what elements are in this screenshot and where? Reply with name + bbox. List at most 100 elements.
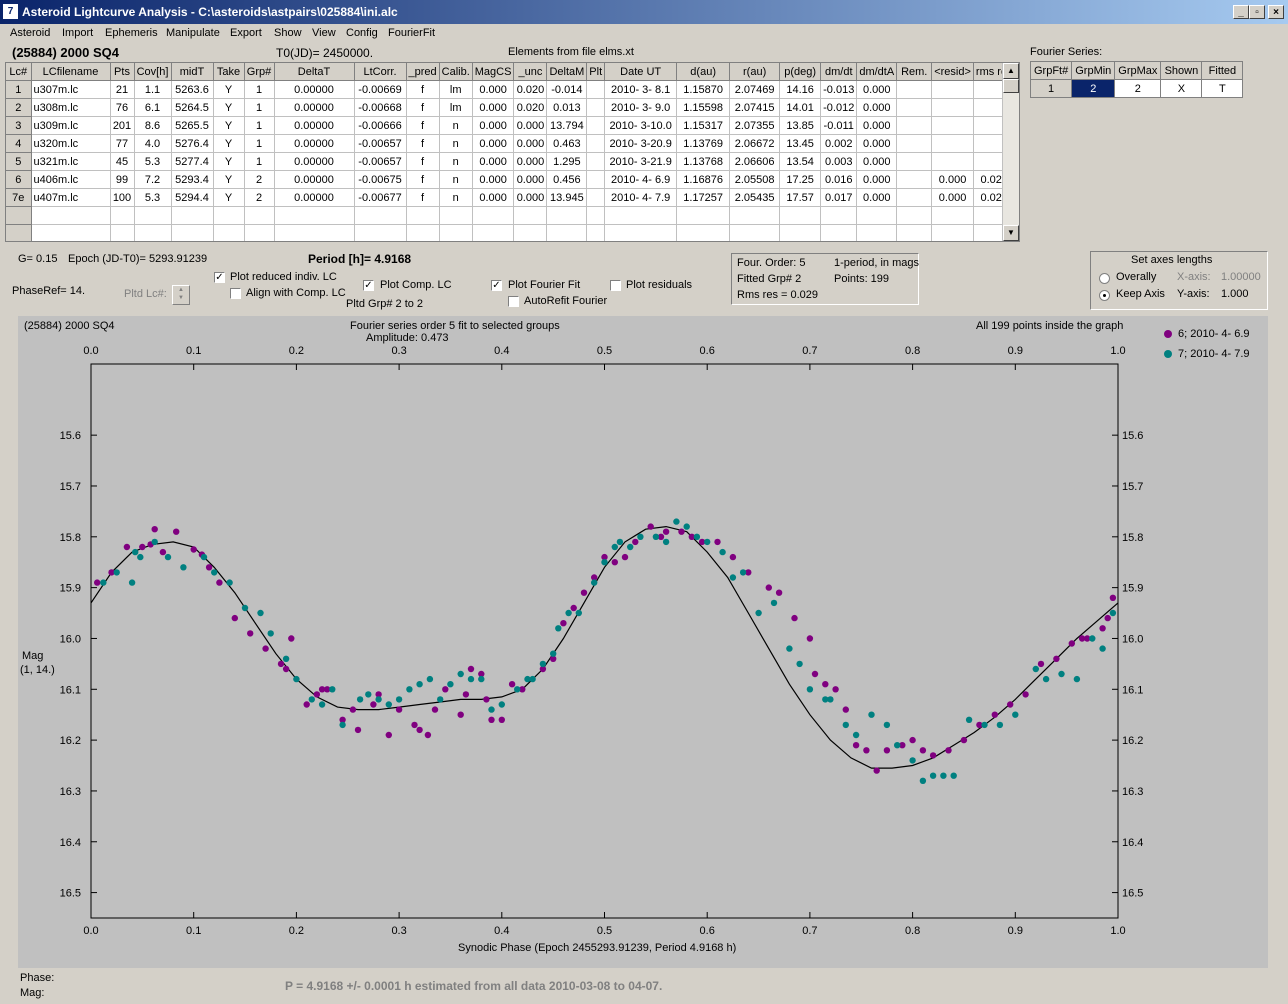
table-cell[interactable]: u308m.lc (31, 98, 111, 117)
column-header[interactable]: LCfilename (31, 63, 111, 81)
table-cell[interactable] (729, 224, 781, 241)
table-cell[interactable]: 0.000 (472, 134, 515, 153)
table-cell[interactable]: 0.000 (472, 170, 515, 189)
table-cell[interactable] (604, 224, 678, 241)
column-header[interactable]: MagCS (472, 63, 515, 81)
table-cell[interactable]: f (406, 98, 440, 117)
menu-config[interactable]: Config (346, 27, 378, 39)
table-cell[interactable] (931, 134, 974, 153)
column-header[interactable]: Cov[h] (134, 63, 172, 81)
table-cell[interactable]: 0.000 (856, 152, 898, 171)
table-cell[interactable]: 2 (244, 170, 275, 189)
column-header[interactable]: Take (213, 63, 245, 81)
overally-radio[interactable] (1099, 273, 1110, 284)
table-cell[interactable]: 0.463 (546, 134, 588, 153)
table-cell[interactable]: Y (213, 134, 245, 153)
table-cell[interactable]: -0.013 (820, 80, 858, 99)
table-cell[interactable]: 0.003 (820, 152, 858, 171)
table-cell[interactable]: u406m.lc (31, 170, 111, 189)
table-cell[interactable]: 0.00000 (274, 116, 355, 135)
table-cell[interactable]: 1.13768 (676, 152, 731, 171)
table-cell[interactable]: u309m.lc (31, 116, 111, 135)
table-cell[interactable]: 2010- 4- 6.9 (604, 170, 678, 189)
table-cell[interactable] (546, 206, 588, 225)
menu-view[interactable]: View (312, 27, 336, 39)
table-row[interactable]: 6 u406m.lc 99 7.2 5293.4 Y 2 0.00000 -0.00675 f n 0… (6, 170, 1016, 189)
table-cell[interactable] (513, 206, 548, 225)
table-cell[interactable]: 13.945 (546, 188, 588, 207)
close-button[interactable]: × (1268, 5, 1284, 19)
table-cell[interactable] (896, 170, 933, 189)
row-header[interactable]: 7e (6, 188, 32, 207)
table-cell[interactable]: 5264.5 (171, 98, 214, 117)
table-cell[interactable]: 0.000 (472, 152, 515, 171)
table-cell[interactable]: 2.07355 (729, 116, 781, 135)
table-row[interactable]: 7e u407m.lc 100 5.3 5294.4 Y 2 0.00000 -0.00677 f… (6, 188, 1016, 207)
pltd-lc-spinner[interactable]: ▲ ▼ (172, 285, 190, 305)
table-cell[interactable]: u321m.lc (31, 152, 111, 171)
table-cell[interactable]: Y (213, 152, 245, 171)
table-cell[interactable]: 1 (244, 98, 275, 117)
table-cell[interactable]: 0.000 (513, 116, 548, 135)
table-cell[interactable] (931, 116, 974, 135)
table-cell[interactable]: f (406, 80, 440, 99)
table-cell[interactable]: lm (439, 80, 473, 99)
table-cell[interactable] (896, 152, 933, 171)
table-cell[interactable] (586, 206, 606, 225)
table-cell[interactable]: 0.000 (513, 134, 548, 153)
table-cell[interactable] (586, 80, 606, 99)
table-cell[interactable]: Y (213, 80, 245, 99)
table-cell[interactable] (896, 116, 933, 135)
table-cell[interactable]: 5277.4 (171, 152, 214, 171)
table-cell[interactable]: 2010- 4- 7.9 (604, 188, 678, 207)
restore-button[interactable]: ▫ (1249, 5, 1265, 19)
menu-asteroid[interactable]: Asteroid (10, 27, 50, 39)
menu-export[interactable]: Export (230, 27, 262, 39)
table-cell[interactable] (604, 206, 678, 225)
table-cell[interactable] (213, 224, 245, 241)
table-cell[interactable]: 1.16876 (676, 170, 731, 189)
plot-fourier-checkbox[interactable]: ✓ (491, 280, 502, 291)
table-cell[interactable]: 1.17257 (676, 188, 731, 207)
table-cell[interactable]: 0.000 (931, 188, 974, 207)
table-cell[interactable]: 0.000 (513, 152, 548, 171)
table-cell[interactable]: 2.05508 (729, 170, 781, 189)
phaseref-value[interactable]: PhaseRef= 14. (12, 285, 85, 297)
table-cell[interactable]: -0.00677 (354, 188, 407, 207)
table-cell[interactable] (896, 224, 933, 241)
column-header[interactable]: Rem. (896, 63, 933, 81)
y-axis-value[interactable]: 1.000 (1221, 288, 1249, 300)
table-cell[interactable] (779, 224, 822, 241)
table-cell[interactable]: 1.15317 (676, 116, 731, 135)
menu-manipulate[interactable]: Manipulate (166, 27, 220, 39)
table-cell[interactable]: 14.16 (779, 80, 822, 99)
table-cell[interactable]: -0.00657 (354, 152, 407, 171)
table-cell[interactable]: 2.05435 (729, 188, 781, 207)
table-cell[interactable]: 0.00000 (274, 188, 355, 207)
table-cell[interactable] (110, 224, 135, 241)
row-header[interactable]: 2 (6, 98, 32, 117)
table-cell[interactable]: 5294.4 (171, 188, 214, 207)
table-cell[interactable]: 5.3 (134, 188, 172, 207)
column-header[interactable]: dm/dtA (856, 63, 898, 81)
table-cell[interactable]: Y (213, 188, 245, 207)
table-cell[interactable]: 0.000 (472, 116, 515, 135)
table-cell[interactable]: -0.00657 (354, 134, 407, 153)
lightcurve-chart[interactable]: 0.0 0.0 0.1 0.1 0.2 0.2 0.3 0.3 0.4 0.4 0.5 0.5 0.6 0… (18, 316, 1268, 968)
menu-ephemeris[interactable]: Ephemeris (105, 27, 158, 39)
column-header[interactable]: <resid> (931, 63, 974, 81)
table-cell[interactable]: -0.014 (546, 80, 588, 99)
column-header[interactable]: d(au) (676, 63, 731, 81)
plot-comp-checkbox[interactable]: ✓ (363, 280, 374, 291)
table-cell[interactable]: 6.1 (134, 98, 172, 117)
table-cell[interactable]: 0.016 (820, 170, 858, 189)
table-cell[interactable]: 1.15870 (676, 80, 731, 99)
table-cell[interactable] (896, 98, 933, 117)
app-icon[interactable]: 7 (3, 4, 18, 19)
table-cell[interactable]: 5293.4 (171, 170, 214, 189)
table-cell[interactable]: 100 (110, 188, 135, 207)
table-cell[interactable] (472, 206, 515, 225)
table-cell[interactable]: 13.45 (779, 134, 822, 153)
table-cell[interactable] (586, 98, 606, 117)
column-header[interactable]: Grp# (244, 63, 275, 81)
